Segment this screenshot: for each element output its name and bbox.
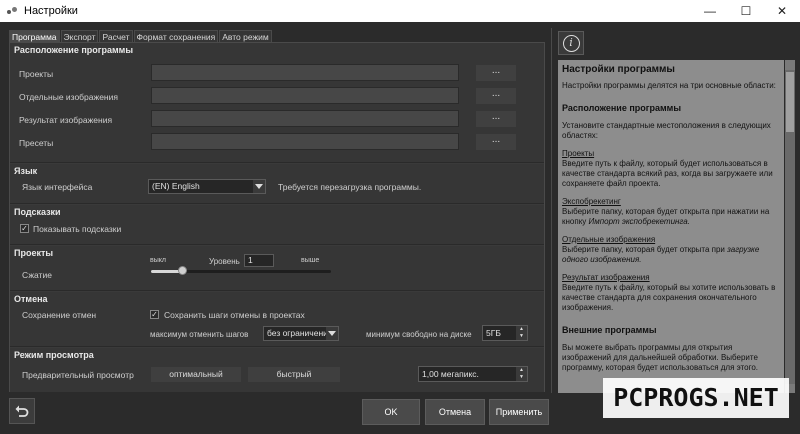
compression-high-label: выше — [301, 257, 320, 264]
section-title: Отмена — [14, 294, 48, 304]
tab-program[interactable]: Программа — [9, 30, 60, 42]
chevron-down-icon — [253, 180, 265, 193]
help-result-text: Введите путь к файлу, который вы хотите … — [562, 283, 776, 312]
show-hints-label: Показывать подсказки — [33, 224, 122, 234]
apply-button[interactable]: Применить — [489, 399, 549, 425]
preview-fast-button[interactable]: быстрый — [248, 367, 340, 382]
min-free-spinner[interactable]: 5ГБ ▲ ▼ — [482, 325, 528, 341]
help-scrollbar[interactable] — [785, 60, 795, 394]
single-images-path-input[interactable] — [151, 87, 459, 104]
undo-arrow-icon — [15, 405, 29, 417]
help-title: Настройки программы — [562, 64, 675, 75]
spinner-arrows-icon[interactable]: ▲ ▼ — [516, 326, 527, 340]
max-undo-select[interactable]: без ограничени — [263, 326, 339, 341]
scroll-up-icon[interactable] — [785, 60, 795, 70]
section-title: Подсказки — [14, 207, 61, 217]
help-bracketing-emphasis: Импорт экспобрекетинга. — [588, 217, 690, 226]
scroll-thumb[interactable] — [786, 72, 794, 132]
info-button[interactable]: i — [558, 31, 584, 55]
help-intro: Настройки программы делятся на три основ… — [562, 81, 776, 90]
max-undo-label: максимум отменить шагов — [150, 330, 249, 339]
min-free-value: 5ГБ — [486, 328, 501, 338]
spinner-arrows-icon[interactable]: ▲ ▼ — [516, 367, 527, 381]
restart-note: Требуется перезагрузка программы. — [278, 182, 422, 192]
info-icon: i — [562, 34, 580, 52]
watermark: PCPROGS.NET — [603, 378, 789, 418]
level-label: Уровень — [209, 257, 240, 266]
min-free-label: минимум свободно на диске — [366, 330, 472, 339]
preview-optimal-button[interactable]: оптимальный — [151, 367, 241, 382]
result-images-browse-button[interactable]: ... — [476, 111, 516, 127]
max-undo-value: без ограничени — [267, 328, 328, 338]
section-title: Язык — [14, 166, 38, 176]
help-single: Отдельные изображения Выберите папку, кот… — [562, 235, 780, 265]
window-title: Настройки — [24, 5, 78, 17]
help-projects-text: Введите путь к файлу, который будет испо… — [562, 159, 773, 188]
help-single-link[interactable]: Отдельные изображения — [562, 235, 780, 245]
result-images-label: Результат изображения — [19, 115, 113, 125]
help-projects-link[interactable]: Проекты — [562, 149, 780, 159]
help-location-text: Установите стандартные местоположения в … — [562, 121, 771, 140]
preview-resolution-spinner[interactable]: 1,00 мегапикс. ▲ ▼ — [418, 366, 528, 382]
projects-path-input[interactable] — [151, 64, 459, 81]
projects-label: Проекты — [19, 69, 54, 79]
tab-auto-mode[interactable]: Авто режим — [219, 30, 272, 42]
title-bar: Настройки — ☐ ✕ — [0, 0, 800, 22]
help-projects: Проекты Введите путь к файлу, который буд… — [562, 149, 780, 189]
section-hints: Подсказки ✓ Показывать подсказки — [10, 205, 544, 245]
help-bracketing-link[interactable]: Экспобрекетинг — [562, 197, 780, 207]
preview-resolution-value: 1,00 мегапикс. — [422, 369, 479, 379]
language-selected-value: (EN) English — [152, 181, 200, 191]
tab-export[interactable]: Экспорт — [60, 30, 99, 42]
section-location: Расположение программы Проекты ... Отдел… — [10, 43, 544, 163]
close-button[interactable]: ✕ — [764, 0, 800, 22]
presets-path-input[interactable] — [151, 133, 459, 150]
section-title: Проекты — [14, 248, 54, 258]
single-images-browse-button[interactable]: ... — [476, 88, 516, 104]
section-projects: Проекты Сжатие выкл Уровень 1 выше — [10, 246, 544, 291]
maximize-button[interactable]: ☐ — [728, 0, 764, 22]
chevron-down-icon — [326, 327, 338, 340]
help-panel: Настройки программы Настройки программы … — [558, 60, 784, 394]
help-result-link[interactable]: Результат изображения — [562, 273, 780, 283]
section-title: Расположение программы — [14, 45, 134, 55]
help-result: Результат изображения Введите путь к файл… — [562, 273, 780, 313]
help-bracketing: Экспобрекетинг Выберите папку, которая бу… — [562, 197, 780, 227]
reset-button[interactable] — [9, 398, 35, 424]
section-view: Режим просмотра Предварительный просмотр… — [10, 348, 544, 392]
save-undo-checkbox[interactable]: ✓ — [150, 310, 159, 319]
panel-divider — [551, 28, 552, 394]
minimize-button[interactable]: — — [692, 0, 728, 22]
section-undo: Отмена Сохранение отмен ✓ Сохранить шаги… — [10, 292, 544, 347]
undo-saving-label: Сохранение отмен — [22, 310, 97, 320]
settings-panel: Расположение программы Проекты ... Отдел… — [9, 42, 545, 392]
tab-calculation[interactable]: Расчет — [99, 30, 133, 42]
show-hints-checkbox[interactable]: ✓ — [20, 224, 29, 233]
tab-save-format[interactable]: Формат сохранения — [133, 30, 219, 42]
help-single-text: Выберите папку, которая будет открыта пр… — [562, 245, 728, 254]
help-external-text: Вы можете выбрать программы для открытия… — [562, 343, 758, 372]
projects-browse-button[interactable]: ... — [476, 65, 516, 81]
help-location-heading: Расположение программы — [562, 103, 682, 113]
section-title: Режим просмотра — [14, 350, 94, 360]
compression-slider-thumb[interactable] — [178, 266, 188, 275]
level-input[interactable]: 1 — [244, 254, 274, 267]
tab-bar: Программа Экспорт Расчет Формат сохранен… — [9, 30, 273, 42]
interface-language-label: Язык интерфейса — [22, 182, 93, 192]
app-icon — [6, 5, 18, 17]
cancel-button[interactable]: Отмена — [425, 399, 485, 425]
preview-label: Предварительный просмотр — [22, 370, 134, 380]
presets-browse-button[interactable]: ... — [476, 134, 516, 150]
language-select[interactable]: (EN) English — [148, 179, 266, 194]
ok-button[interactable]: OK — [362, 399, 420, 425]
save-undo-label: Сохранить шаги отмены в проектах — [164, 310, 305, 320]
compression-low-label: выкл — [150, 257, 166, 264]
single-images-label: Отдельные изображения — [19, 92, 118, 102]
result-images-path-input[interactable] — [151, 110, 459, 127]
window-controls: — ☐ ✕ — [692, 0, 800, 22]
presets-label: Пресеты — [19, 138, 54, 148]
help-external-heading: Внешние программы — [562, 325, 657, 335]
compression-label: Сжатие — [22, 270, 52, 280]
section-language: Язык Язык интерфейса (EN) English Требуе… — [10, 164, 544, 204]
